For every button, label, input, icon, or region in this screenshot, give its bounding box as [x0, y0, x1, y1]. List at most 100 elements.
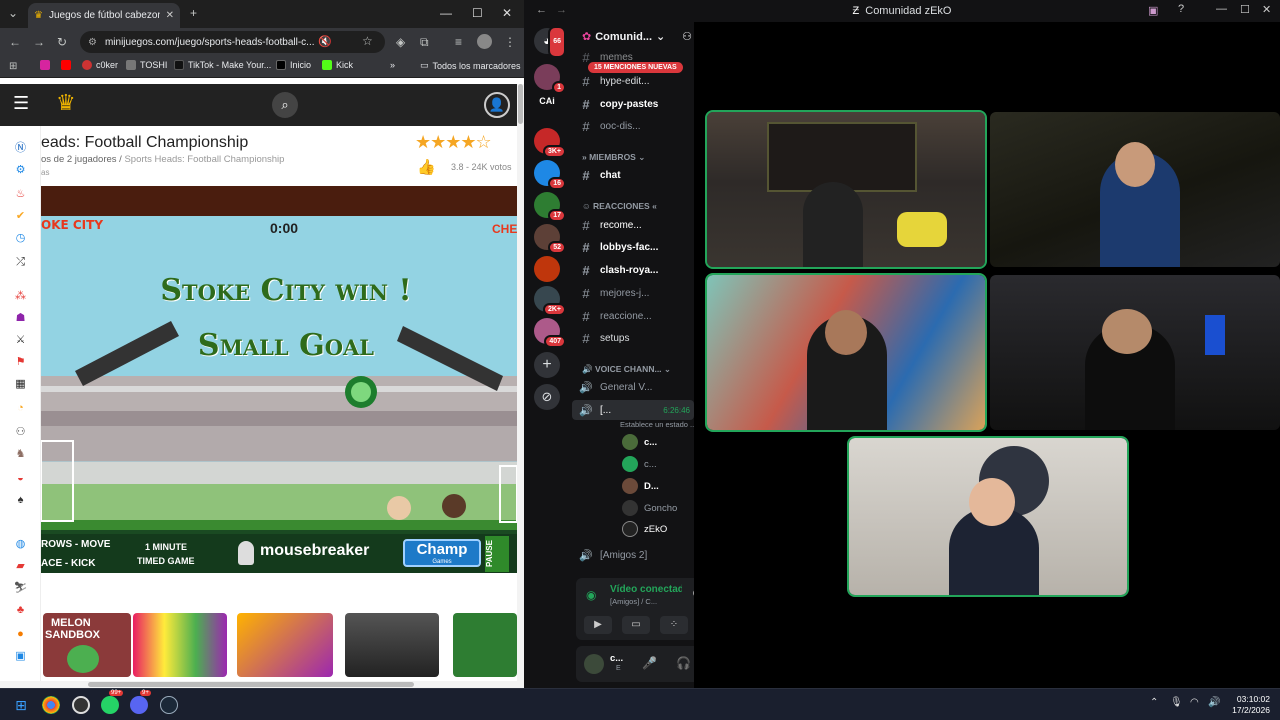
system-clock[interactable]: 03:10:02 17/2/2026 [1232, 694, 1270, 716]
add-server-button[interactable]: + [534, 352, 560, 378]
voice-user[interactable]: zEkO [622, 521, 667, 537]
help-icon[interactable]: ? [1178, 3, 1184, 15]
category-voice[interactable]: 🔊 VOICE CHANN... ⌄ [582, 364, 671, 375]
bookmark-youtube[interactable] [61, 60, 71, 70]
champ-logo[interactable]: Champ Games [403, 539, 481, 567]
mode-line1[interactable]: 1 MINUTE [145, 542, 187, 552]
category-flag-icon[interactable]: ⚑ [13, 356, 28, 369]
video-tile[interactable] [847, 436, 1129, 597]
channel-setups[interactable]: # setups [572, 328, 694, 348]
new-tab-icon[interactable]: + [190, 6, 197, 20]
apps-icon[interactable]: ⊞ [9, 60, 17, 74]
server-icon-7[interactable] [534, 256, 560, 282]
forward-arrow-icon[interactable]: → [556, 4, 567, 16]
channel-clash-roya[interactable]: # clash-roya... [572, 260, 694, 280]
channel-chat[interactable]: # chat [572, 165, 694, 185]
close-icon[interactable]: ✕ [502, 6, 512, 20]
category-mushroom-icon[interactable]: ♣ [13, 604, 28, 617]
extension-icon[interactable]: ◈ [396, 35, 405, 49]
page-scrollbar-horizontal[interactable] [0, 681, 524, 688]
category-shuffle-icon[interactable]: ⤮ [13, 256, 28, 269]
voice-connection-status[interactable]: Vídeo conectad [610, 584, 682, 595]
server-icon-4[interactable]: 16 [534, 160, 566, 190]
activities-button[interactable]: ⁘ [660, 616, 688, 634]
bookmarks-folder[interactable]: ▭ Todos los marcadores [420, 60, 521, 71]
video-tile[interactable] [990, 112, 1280, 267]
taskbar-chrome[interactable] [42, 696, 60, 714]
game-thumb-sprunki[interactable] [133, 613, 227, 677]
server-icon-6[interactable]: 52 [534, 224, 566, 254]
category-pacman-icon[interactable]: ◔ [13, 402, 28, 415]
discord-minimize-icon[interactable]: — [1216, 3, 1227, 15]
voice-channel-amigos2[interactable]: 🔊 [Amigos 2] [572, 545, 694, 565]
category-people-icon[interactable]: ⚇ [13, 426, 28, 439]
minimize-icon[interactable]: — [440, 6, 452, 20]
browser-tab[interactable]: ♛ Juegos de fútbol cabezones ✕ [28, 3, 180, 28]
game-thumb-melon[interactable]: MELON SANDBOX [43, 613, 131, 677]
maximize-icon[interactable]: ☐ [472, 6, 483, 20]
bookmark-kick[interactable]: Kick [322, 60, 353, 70]
category-reactions[interactable]: ☺ REACCIONES « [582, 201, 657, 211]
user-name[interactable]: c... [610, 653, 623, 664]
bookmark-toshi[interactable]: TOSHI [126, 60, 167, 70]
more-bookmarks-icon[interactable]: » [390, 60, 395, 70]
tray-wifi-icon[interactable]: ◠ [1190, 697, 1199, 708]
category-check-icon[interactable]: ✔ [13, 210, 28, 223]
voice-user[interactable]: D... [622, 478, 659, 494]
channel-mejores-j[interactable]: # mejores-j... [572, 283, 694, 303]
server-header[interactable]: ✿ Comunid... ⌄ ⚇ [582, 30, 692, 44]
video-tile[interactable] [705, 110, 987, 269]
channel-ooc-dis[interactable]: # ooc-dis... [572, 116, 694, 136]
category-cards-icon[interactable]: ♠ [13, 494, 28, 507]
reload-icon[interactable]: ↻ [57, 35, 67, 49]
user-account-icon[interactable]: 👤 [484, 92, 510, 118]
category-2player-icon[interactable]: ⁂ [13, 290, 28, 303]
back-icon[interactable]: ← [9, 35, 21, 49]
user-avatar[interactable] [584, 654, 604, 674]
voice-channel-active[interactable]: 🔊 [... 6:26:46 [572, 400, 694, 420]
voice-channel-general[interactable]: 🔊 General V... [572, 377, 694, 397]
voice-user[interactable]: c... [622, 434, 657, 450]
server-icon-5[interactable]: 17 [534, 192, 566, 222]
voice-connection-channel[interactable]: [Amigos] / C... [610, 597, 657, 606]
bookmark-instagram[interactable] [40, 60, 50, 70]
category-monitor-icon[interactable]: ▣ [13, 650, 28, 663]
category-globe-icon[interactable]: ◍ [13, 538, 28, 551]
site-info-icon[interactable]: ⚙ [88, 37, 97, 48]
voice-user[interactable]: c... [622, 456, 657, 472]
camera-button[interactable]: ▶ [584, 616, 612, 634]
game-thumb-granny[interactable] [345, 613, 439, 677]
category-members[interactable]: » MIEMBROS ⌄ [582, 152, 645, 163]
address-bar[interactable]: ⚙ minijuegos.com/juego/sports-heads-foot… [80, 31, 385, 53]
hamburger-menu-icon[interactable]: ☰ [13, 94, 29, 112]
taskbar-steam[interactable] [160, 696, 178, 714]
like-thumb-icon[interactable]: 👍 [417, 158, 436, 176]
channel-recome[interactable]: # recome... [572, 215, 694, 235]
server-icon-1[interactable]: 1 [534, 64, 566, 94]
invite-icon[interactable]: ⚇ [682, 30, 692, 43]
menu-icon[interactable]: ⋮ [504, 35, 516, 49]
server-cai[interactable]: CAi [534, 96, 560, 106]
forward-icon[interactable]: → [33, 35, 45, 49]
mode-line2[interactable]: TIMED GAME [137, 556, 195, 566]
category-fire-icon[interactable]: ♨ [13, 188, 28, 201]
video-tile[interactable] [990, 275, 1280, 430]
category-swords-icon[interactable]: ⚔ [13, 334, 28, 347]
back-arrow-icon[interactable]: ← [536, 4, 547, 16]
pause-button[interactable]: PAUSE [485, 536, 509, 572]
category-animal-icon[interactable]: ♞ [13, 448, 28, 461]
game-thumb-platformer[interactable] [453, 613, 517, 677]
signal-icon[interactable]: ◉ [586, 588, 596, 602]
close-tab-icon[interactable]: ✕ [166, 10, 174, 21]
microphone-icon[interactable]: 🎤 [642, 656, 657, 670]
taskbar-discord[interactable]: 9+ [130, 690, 151, 714]
taskbar-obs[interactable] [72, 696, 90, 714]
discord-maximize-icon[interactable]: ☐ [1240, 3, 1250, 16]
discord-close-icon[interactable]: ✕ [1262, 3, 1271, 16]
dm-home-button[interactable]: ◕ 66 [534, 26, 566, 58]
inbox-icon[interactable]: ▣ [1148, 4, 1158, 17]
category-new-icon[interactable]: Ⓝ [13, 142, 28, 155]
category-pokeball-icon[interactable]: ◒ [13, 472, 28, 485]
search-button[interactable]: ⌕ [272, 92, 298, 118]
start-button[interactable]: ⊞ [12, 696, 30, 714]
